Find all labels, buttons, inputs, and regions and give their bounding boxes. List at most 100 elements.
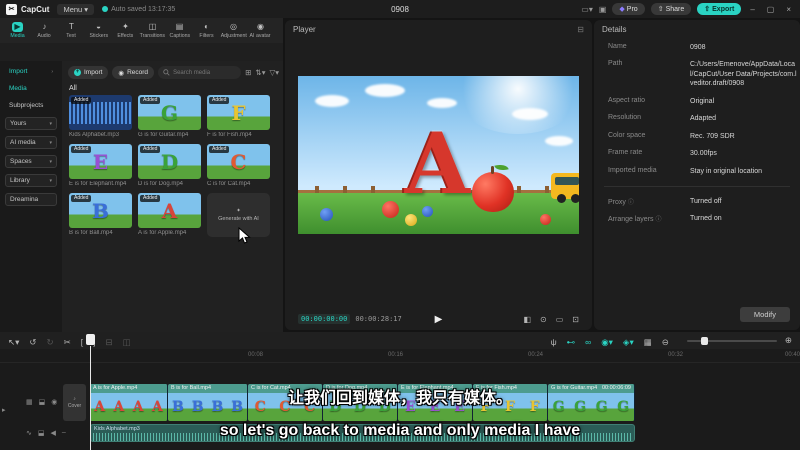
workspace-layout-icon[interactable]: ▭▾ <box>581 5 593 14</box>
media-item[interactable]: G Added G is for Guitar.mp4 <box>138 95 201 138</box>
tab-media[interactable]: ▶ Media <box>4 22 31 39</box>
tab-filters[interactable]: ◐ Filters <box>193 22 220 39</box>
cloud <box>427 98 458 109</box>
tab-label: Stickers <box>89 33 108 39</box>
minimize-button[interactable]: – <box>747 5 757 14</box>
compare-icon[interactable]: ◧ <box>523 315 531 324</box>
detail-row: Frame rate 30.00fps <box>594 145 800 162</box>
tab-ai-avatar[interactable]: ◉ AI avatar <box>247 22 274 39</box>
ball-blue-small <box>421 205 433 217</box>
detail-value: Turned on <box>690 215 722 223</box>
media-item[interactable]: B Added B is for Ball.mp4 <box>69 193 132 237</box>
cloud <box>511 107 548 120</box>
zoom-slider-knob[interactable] <box>700 336 708 345</box>
sort-icon[interactable]: ⇅▾ <box>255 68 265 77</box>
timeline-ruler[interactable]: 00:08 00:16 00:24 00:32 00:40 <box>0 349 800 363</box>
subtitle-chinese: 让我们回到媒体，我只有媒体。 <box>287 390 512 407</box>
pro-button[interactable]: ◆ Pro <box>612 3 645 15</box>
auto-split-icon[interactable]: ◈▾ <box>623 337 634 347</box>
snap-icon[interactable]: ⊷ <box>567 337 576 347</box>
info-icon: ⓘ <box>655 217 662 224</box>
share-button[interactable]: ⇧ Share <box>650 3 692 15</box>
sidebar-item-media[interactable]: Media <box>5 83 57 94</box>
sidebar-item-label: Import <box>9 68 28 75</box>
effects-icon: ✦ <box>122 22 129 31</box>
letter-a-3d: A <box>404 113 470 213</box>
player-collapse-icon[interactable]: ⊟ <box>577 25 584 34</box>
mouse-cursor <box>238 227 251 244</box>
detail-value: Stay in original location <box>690 167 762 175</box>
panel-toggle-icon[interactable]: ▣ <box>599 5 607 14</box>
cover-view-icon[interactable]: ▦ <box>644 337 652 347</box>
timeline-zoom-slider[interactable] <box>686 336 777 345</box>
chevron-icon: › <box>51 68 53 75</box>
pro-diamond-icon: ◆ <box>619 6 625 13</box>
modify-button[interactable]: Modify <box>739 307 790 322</box>
media-item[interactable]: A Added A is for Apple.mp4 <box>138 193 201 237</box>
sidebar-item-subprojects[interactable]: Subprojects <box>5 100 57 111</box>
media-item-label: E is for Elephant.mp4 <box>69 181 127 187</box>
search-icon <box>163 69 170 76</box>
undo-icon[interactable]: ↺ <box>29 337 36 347</box>
search-input[interactable]: Search media <box>158 66 242 79</box>
preview-axis-icon[interactable]: ◉▾ <box>601 337 613 347</box>
video-preview[interactable]: A <box>298 76 579 234</box>
sidebar-item-label: AI media <box>10 139 36 146</box>
media-content: + Import ◉ Record Search media ⊞ ⇅▾ ▽▾ A… <box>62 61 283 348</box>
letter-glyph: F <box>231 100 246 125</box>
split-icon[interactable]: ✂ <box>64 337 71 347</box>
detail-row: Imported media Stay in original location <box>594 163 800 180</box>
tab-captions[interactable]: ▤ Captions <box>166 22 193 39</box>
tab-audio[interactable]: ♪ Audio <box>31 22 58 39</box>
filter-icon[interactable]: ▽▾ <box>269 68 279 77</box>
details-divider <box>604 185 790 187</box>
filters-icon: ◐ <box>204 22 209 31</box>
playhead-handle[interactable] <box>86 334 95 345</box>
media-item[interactable]: Added Kids Alphabet.mp3 <box>69 95 132 138</box>
autosave-status: Auto saved 13:17:35 <box>102 6 175 13</box>
tab-adjustment[interactable]: ◎ Adjustment <box>220 22 247 39</box>
import-button[interactable]: + Import <box>68 66 109 79</box>
media-item[interactable]: E Added E is for Elephant.mp4 <box>69 144 132 187</box>
detail-row: Name 0908 <box>594 39 800 56</box>
grid-view-icon[interactable]: ⊞ <box>245 68 251 77</box>
tab-stickers[interactable]: ◒ Stickers <box>85 22 112 39</box>
tab-effects[interactable]: ✦ Effects <box>112 22 139 39</box>
redo-icon[interactable]: ↻ <box>47 337 54 347</box>
subtitle-english: so let's go back to media and only media… <box>219 422 581 439</box>
tab-text[interactable]: T Text <box>58 22 85 39</box>
sidebar-item-library[interactable]: Library ▾ <box>5 174 57 187</box>
sidebar-item-yours[interactable]: Yours ▾ <box>5 117 57 130</box>
media-item[interactable]: D Added D is for Dog.mp4 <box>138 144 201 187</box>
select-tool[interactable]: ↖▾ <box>8 337 19 347</box>
export-button[interactable]: ⇧ Export <box>697 3 742 15</box>
play-button[interactable]: ▶ <box>435 314 443 325</box>
sidebar-item-import[interactable]: Import › <box>5 66 57 77</box>
zoom-in-icon[interactable]: ⊕ <box>785 335 792 346</box>
media-item-label: Kids Alphabet.mp3 <box>69 132 120 138</box>
zoom-out-icon[interactable]: ⊖ <box>662 337 669 347</box>
sidebar-item-dreamina[interactable]: Dreamina <box>5 193 57 206</box>
delete-icon[interactable]: ⊟ <box>106 337 113 347</box>
media-item[interactable]: C Added C is for Cat.mp4 <box>207 144 270 187</box>
letter-glyph: B <box>92 198 109 223</box>
media-section-label: All <box>69 85 77 92</box>
sidebar-item-spaces[interactable]: Spaces ▾ <box>5 155 57 168</box>
ratio-icon[interactable]: ▭ <box>556 315 564 324</box>
menu-button[interactable]: Menu ▾ <box>57 3 95 15</box>
media-item[interactable]: F Added F is for Fish.mp4 <box>207 95 270 138</box>
close-button[interactable]: × <box>783 5 794 14</box>
mirror-icon[interactable]: ◫ <box>123 337 131 347</box>
fullscreen-icon[interactable]: ⊡ <box>572 315 579 324</box>
sidebar-item-ai-media[interactable]: AI media ▾ <box>5 136 57 149</box>
maximize-button[interactable]: ▢ <box>764 5 778 14</box>
media-sidebar: Import › Media Subprojects Yours ▾ AI media ▾ Sp… <box>0 61 62 348</box>
quality-enhance-icon[interactable]: ⊙ <box>540 315 547 324</box>
added-badge: Added <box>209 97 230 104</box>
tab-transitions[interactable]: ◫ Transitions <box>139 22 166 39</box>
link-icon[interactable]: ∞ <box>585 337 591 347</box>
record-button[interactable]: ◉ Record <box>112 66 155 79</box>
sidebar-item-label: Media <box>9 85 27 92</box>
delete-left-icon[interactable]: [ <box>81 337 83 347</box>
voiceover-mic-icon[interactable]: ψ <box>551 337 557 347</box>
